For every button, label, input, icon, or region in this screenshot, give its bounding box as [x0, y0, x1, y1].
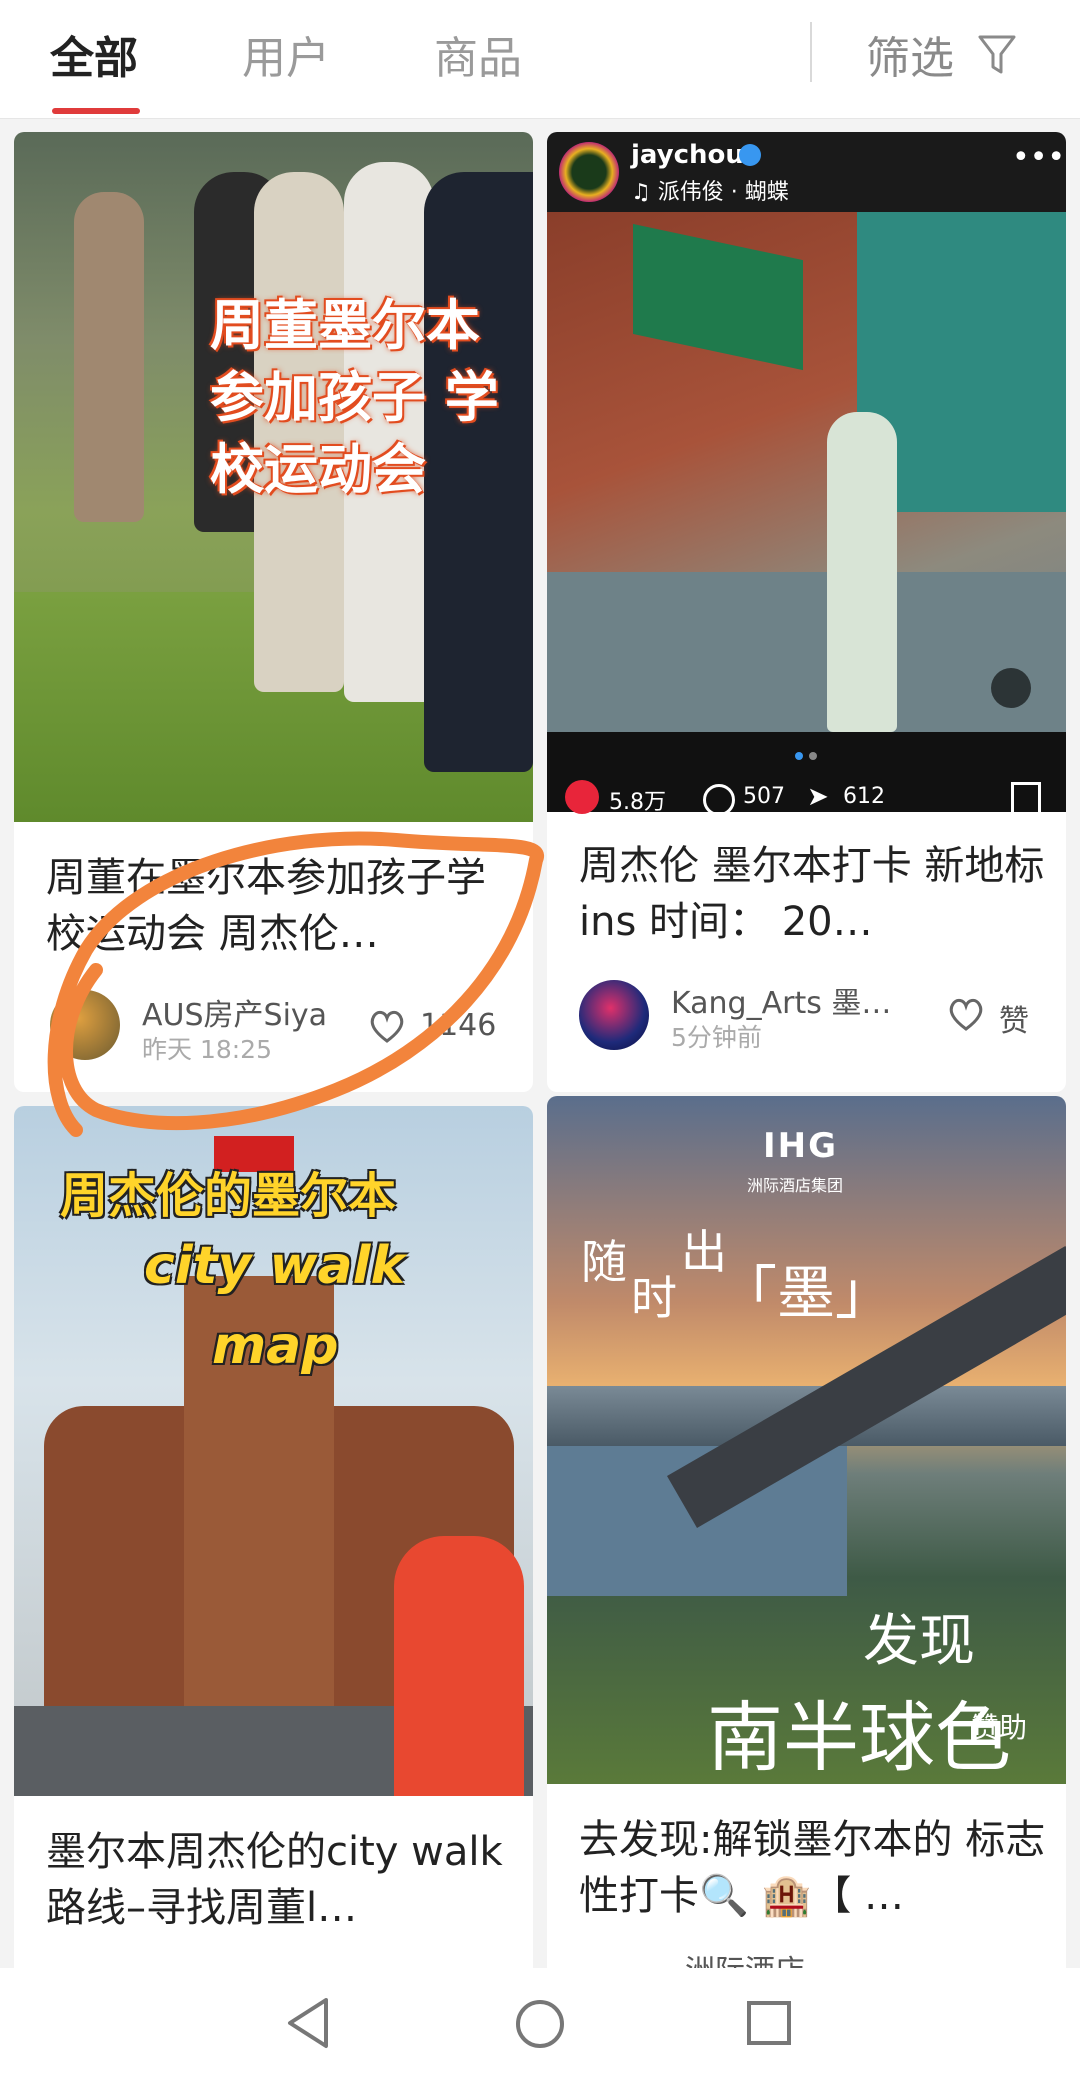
note-title: 去发现:解锁墨尔本的 标志性打卡🔍 🏨【 … [579, 1817, 1046, 1919]
mute-icon[interactable] [991, 668, 1031, 708]
recents-icon[interactable] [746, 2000, 792, 2046]
annotation-circle [47, 831, 544, 1137]
cover-overlay-text: 周董墨尔本 参加孩子 学校运动会 [210, 294, 499, 501]
like-count: 赞 [999, 1004, 1029, 1039]
post-share-count: 612 [843, 784, 885, 809]
note-cover-image[interactable]: 周杰伦的墨尔本 city walk map [14, 1106, 533, 1796]
share-icon: ➤ [807, 782, 829, 812]
carousel-dot [795, 752, 803, 760]
slogan-text: 时 [631, 1271, 677, 1325]
note-cover-image[interactable]: IHG 洲际酒店集团 随 时 出 「墨」 发现 南半球色彩 赞助 [547, 1096, 1066, 1892]
slogan-text: 随 [581, 1235, 627, 1289]
note-cover-image[interactable]: jaychou ♫ 派伟俊 · 蝴蝶 ••• 5.8万 507 ➤ 612 [547, 132, 1066, 816]
cover-overlay-text: city walk [144, 1236, 406, 1296]
like-heart-icon [565, 780, 599, 814]
more-icon[interactable]: ••• [1012, 140, 1065, 175]
note-card[interactable]: IHG 洲际酒店集团 随 时 出 「墨」 发现 南半球色彩 赞助 去发现:解锁墨… [547, 1096, 1066, 1986]
tab-products[interactable]: 商品 [434, 22, 522, 86]
back-icon[interactable] [284, 1996, 332, 2050]
system-nav-bar [0, 1968, 1080, 2085]
note-title: 墨尔本周杰伦的city walk路线–寻找周董l… [46, 1829, 503, 1931]
note-card[interactable]: jaychou ♫ 派伟俊 · 蝴蝶 ••• 5.8万 507 ➤ 612 周杰… [547, 132, 1066, 1092]
filter-button[interactable]: 筛选 [866, 22, 954, 86]
tab-divider [810, 22, 812, 82]
avatar[interactable] [579, 980, 649, 1050]
post-like-count: 5.8万 [609, 790, 666, 815]
cover-overlay-text: 周杰伦的墨尔本 [60, 1168, 397, 1224]
active-tab-indicator [52, 108, 140, 114]
slogan-text: 发现 [863, 1609, 975, 1674]
author-name[interactable]: Kang_Arts 墨… [671, 978, 907, 1022]
post-music: ♫ 派伟俊 · 蝴蝶 [631, 180, 789, 205]
comment-icon [703, 784, 735, 816]
tab-all[interactable]: 全部 [50, 22, 138, 86]
brand-logo: IHG [763, 1126, 839, 1166]
tab-users[interactable]: 用户 [242, 22, 330, 86]
home-icon[interactable] [514, 1998, 566, 2050]
post-username[interactable]: jaychou [631, 140, 744, 170]
avatar[interactable] [559, 142, 619, 202]
note-card[interactable]: 周杰伦的墨尔本 city walk map 墨尔本周杰伦的city walk路线… [14, 1106, 533, 1986]
filter-icon[interactable] [978, 34, 1016, 76]
heart-icon[interactable] [947, 996, 985, 1032]
post-comment-count: 507 [743, 784, 785, 809]
carousel-dot [809, 752, 817, 760]
bookmark-icon [1011, 782, 1041, 813]
note-cover-image[interactable]: 周董墨尔本 参加孩子 学校运动会 [14, 132, 533, 822]
verified-icon [739, 144, 761, 166]
brand-subtitle: 洲际酒店集团 [747, 1176, 844, 1195]
slogan-text: 「墨」 [719, 1259, 894, 1327]
search-result-tab-bar: 全部 用户 商品 筛选 [0, 0, 1080, 119]
cover-overlay-text: map [212, 1316, 339, 1376]
note-title: 周杰伦 墨尔本打卡 新地标 ins 时间： 20… [579, 843, 1045, 945]
post-time: 5分钟前 [671, 1023, 762, 1052]
sponsor-label: 赞助 [971, 1711, 1028, 1744]
